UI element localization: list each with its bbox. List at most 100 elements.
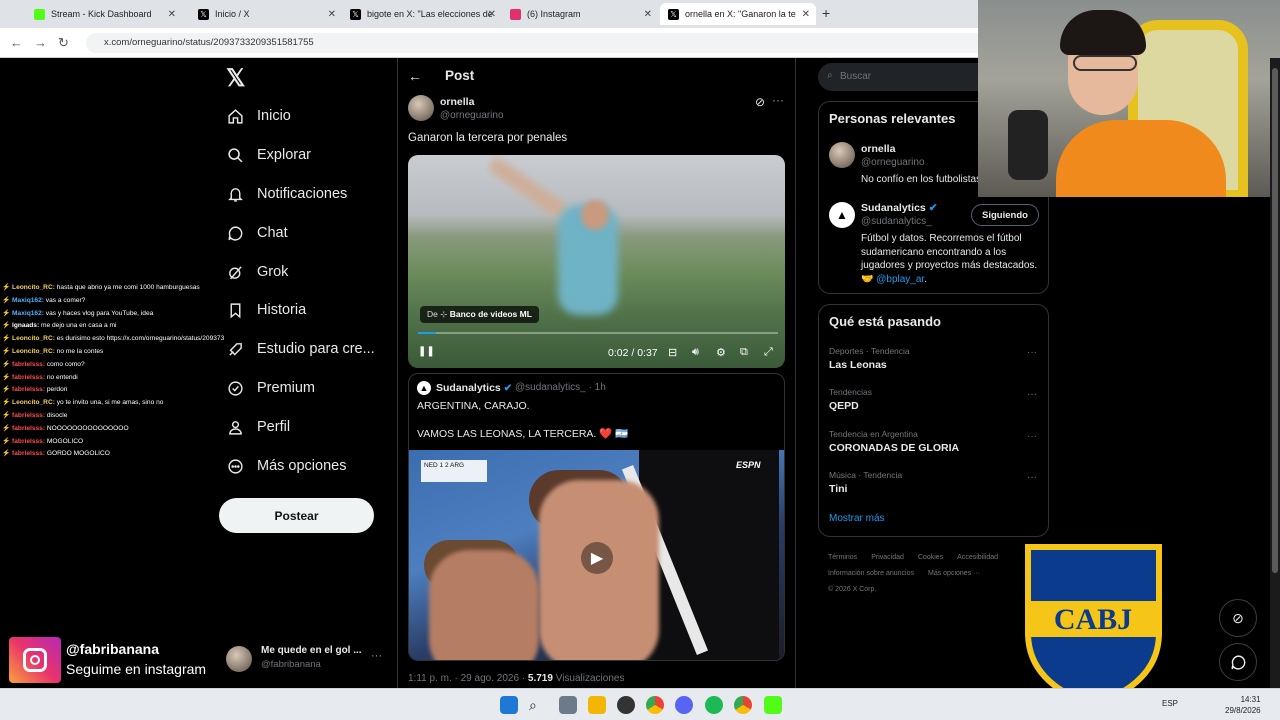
spotify-icon[interactable] <box>705 696 723 714</box>
quoted-tweet[interactable]: ▲ Sudanalytics ✔ @sudanalytics_ · 1h ARG… <box>408 373 785 661</box>
trend-name[interactable]: Las Leonas <box>829 359 887 371</box>
chat-username[interactable]: Leoncito_RC: <box>12 284 57 291</box>
author-name[interactable]: ornella <box>440 96 474 108</box>
footer-link[interactable]: Cookies <box>918 554 943 561</box>
close-icon[interactable]: ✕ <box>644 9 652 20</box>
settings-gear-icon[interactable]: ⚙ <box>716 346 726 359</box>
grok-floating-button[interactable]: ⊘ <box>1219 599 1257 637</box>
footer-link[interactable]: Términos <box>828 554 857 561</box>
file-explorer-icon[interactable] <box>588 696 606 714</box>
x-logo-icon[interactable]: 𝕏 <box>226 64 245 93</box>
close-icon[interactable]: ✕ <box>168 9 176 20</box>
chrome-icon[interactable] <box>646 696 664 714</box>
trend-name[interactable]: CORONADAS DE GLORIA <box>829 442 959 454</box>
more-options-icon[interactable]: ··· <box>1027 431 1037 442</box>
person-handle[interactable]: @orneguarino <box>861 157 925 168</box>
chat-username[interactable]: fabrielsss: <box>12 412 47 419</box>
volume-icon[interactable]: 🔊︎ <box>692 346 699 359</box>
tab-ornella-active[interactable]: 𝕏 ornella en X: "Ganaron la te ✕ <box>660 3 816 25</box>
pause-icon[interactable]: ❚❚ <box>418 346 435 357</box>
person-handle[interactable]: @sudanalytics_ <box>861 216 932 227</box>
chat-username[interactable]: Leoncito_RC: <box>12 348 57 355</box>
clock[interactable]: 14:31 29/8/2026 <box>1225 694 1261 716</box>
video-source-tag[interactable]: De ⊹ Banco de videos ML <box>420 306 539 323</box>
tab-kick-dashboard[interactable]: Stream - Kick Dashboard ✕ <box>26 3 182 25</box>
close-icon[interactable]: ✕ <box>802 9 810 20</box>
back-arrow-icon[interactable]: ← <box>10 35 23 50</box>
trend-name[interactable]: QEPD <box>829 400 859 412</box>
trend-name[interactable]: Tini <box>829 483 847 495</box>
footer-link[interactable]: Accesibilidad <box>957 554 998 561</box>
avatar[interactable] <box>408 95 434 121</box>
nav-item-explorar[interactable]: Explorar <box>226 143 311 167</box>
chat-username[interactable]: fabrielsss: <box>12 438 47 445</box>
nav-item-inicio[interactable]: Inicio <box>226 104 291 128</box>
account-name[interactable]: Me quede en el gol ... <box>261 645 362 656</box>
quoted-video-thumbnail[interactable]: NED 1 2 ARG ESPN ▶ <box>409 450 784 660</box>
nav-item-notificaciones[interactable]: Notificaciones <box>226 182 347 206</box>
nav-item-chat[interactable]: Chat <box>226 221 288 245</box>
nav-item-historia[interactable]: Historia <box>226 298 306 322</box>
chat-username[interactable]: Maxiq162: <box>12 310 46 317</box>
footer-link[interactable]: Más opciones ··· <box>928 570 980 577</box>
grok-icon[interactable]: ⊘ <box>755 95 765 109</box>
footer-link[interactable]: Privacidad <box>871 554 904 561</box>
chat-username[interactable]: fabrielsss: <box>12 450 47 457</box>
author-handle[interactable]: @orneguarino <box>440 110 504 121</box>
footer-link[interactable]: Información sobre anuncios <box>828 570 914 577</box>
pip-icon[interactable]: ⧉ <box>740 346 748 359</box>
close-icon[interactable]: ✕ <box>488 9 496 20</box>
person-name[interactable]: ornella <box>861 143 895 155</box>
windows-start-icon[interactable] <box>500 696 518 714</box>
avatar[interactable] <box>829 142 855 168</box>
chrome-icon[interactable] <box>734 696 752 714</box>
url-input[interactable]: x.com/orneguarino/status/209373320935158… <box>86 33 986 53</box>
video-progress-bar[interactable] <box>418 332 778 334</box>
scrollbar-thumb[interactable] <box>1272 68 1278 573</box>
person-name[interactable]: Sudanalytics ✔ <box>861 202 938 214</box>
task-view-icon[interactable] <box>559 696 577 714</box>
nav-item-grok[interactable]: Grok <box>226 260 288 284</box>
bio-link[interactable]: @bplay_ar <box>876 274 924 285</box>
captions-icon[interactable]: ⊟ <box>668 346 677 359</box>
close-icon[interactable]: ✕ <box>328 9 336 20</box>
more-options-icon[interactable]: ··· <box>1027 472 1037 483</box>
nav-item-premium[interactable]: Premium <box>226 376 315 400</box>
more-options-icon[interactable]: ··· <box>371 650 382 662</box>
more-options-icon[interactable]: ··· <box>1027 389 1037 400</box>
chat-username[interactable]: fabrielsss: <box>12 361 47 368</box>
new-tab-button[interactable]: + <box>822 5 830 21</box>
more-options-icon[interactable]: ··· <box>1027 347 1037 358</box>
account-avatar[interactable] <box>226 646 252 672</box>
nav-item-perfil[interactable]: Perfil <box>226 415 290 439</box>
system-tray-lang[interactable]: ESP <box>1162 699 1178 708</box>
post-button[interactable]: Postear <box>219 498 374 533</box>
kick-icon[interactable] <box>764 696 782 714</box>
tab-instagram[interactable]: (6) Instagram ✕ <box>502 3 658 25</box>
chat-username[interactable]: fabrielsss: <box>12 425 47 432</box>
avatar[interactable]: ▲ <box>829 202 855 228</box>
nav-item-estudio[interactable]: Estudio para cre... <box>226 337 375 361</box>
show-more-link[interactable]: Mostrar más <box>829 513 885 524</box>
obs-icon[interactable] <box>617 696 635 714</box>
tab-inicio-x[interactable]: 𝕏 Inicio / X ✕ <box>190 3 342 25</box>
scrollbar[interactable] <box>1270 58 1280 688</box>
search-icon[interactable]: ⌕ <box>529 696 547 714</box>
chat-username[interactable]: fabrielsss: <box>12 374 47 381</box>
fullscreen-icon[interactable]: ⤢ <box>764 346 773 359</box>
messages-floating-button[interactable] <box>1219 643 1257 681</box>
back-arrow-icon[interactable]: ← <box>408 68 422 84</box>
chat-username[interactable]: Leoncito_RC: <box>12 335 57 342</box>
video-player[interactable]: De ⊹ Banco de videos ML ❚❚ 0:02 / 0:37 ⊟… <box>408 155 785 368</box>
chat-username[interactable]: Maxiq162: <box>12 297 46 304</box>
account-handle[interactable]: @fabribanana <box>261 659 321 670</box>
tab-bigote[interactable]: 𝕏 bigote en X: "Las elecciones de ✕ <box>342 3 502 25</box>
chat-username[interactable]: Leoncito_RC: <box>12 399 57 406</box>
following-button[interactable]: Siguiendo <box>971 204 1039 226</box>
forward-arrow-icon[interactable]: → <box>34 35 47 50</box>
chat-username[interactable]: lgnaads: <box>12 322 41 329</box>
discord-icon[interactable] <box>675 696 693 714</box>
play-icon[interactable]: ▶ <box>581 542 613 574</box>
more-options-icon[interactable]: ··· <box>772 93 784 107</box>
nav-item-mas-opciones[interactable]: Más opciones <box>226 454 346 478</box>
